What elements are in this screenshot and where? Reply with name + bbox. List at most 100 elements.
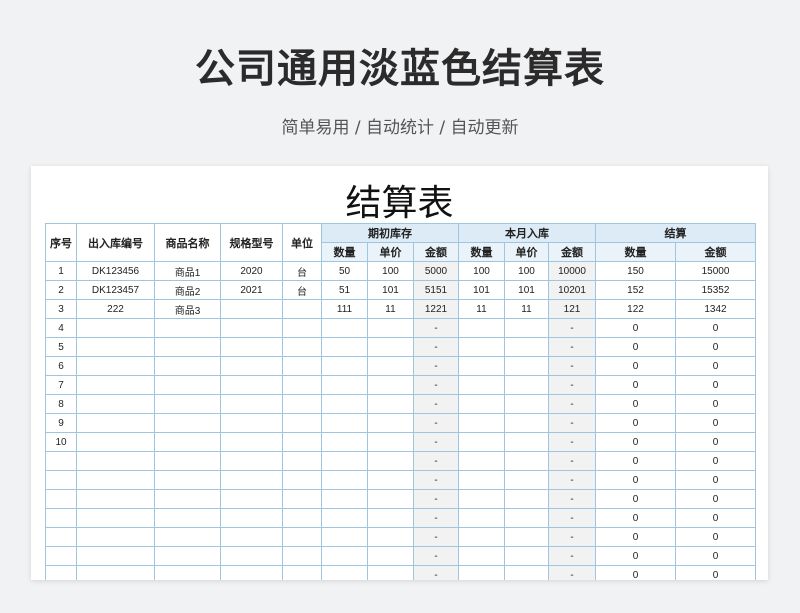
cell-o-amt[interactable]: 1221 xyxy=(413,299,459,319)
cell-s-qty[interactable]: 0 xyxy=(595,508,676,528)
cell-spec[interactable] xyxy=(220,451,283,471)
cell-i-price[interactable] xyxy=(504,413,549,433)
cell-o-amt[interactable]: 5000 xyxy=(413,261,459,281)
cell-s-qty[interactable]: 150 xyxy=(595,261,676,281)
cell-s-qty[interactable]: 0 xyxy=(595,451,676,471)
cell-o-amt[interactable]: - xyxy=(413,565,459,580)
cell-unit[interactable] xyxy=(282,451,322,471)
cell-i-amt[interactable]: - xyxy=(548,318,596,338)
cell-spec[interactable] xyxy=(220,470,283,490)
cell-s-qty[interactable]: 0 xyxy=(595,527,676,547)
cell-seq[interactable]: 3 xyxy=(45,299,77,319)
cell-o-qty[interactable]: 50 xyxy=(321,261,368,281)
cell-s-amt[interactable]: 0 xyxy=(675,451,756,471)
cell-i-amt[interactable]: - xyxy=(548,451,596,471)
cell-i-amt[interactable]: - xyxy=(548,432,596,452)
cell-s-amt[interactable]: 0 xyxy=(675,375,756,395)
cell-name[interactable] xyxy=(154,394,221,414)
cell-spec[interactable] xyxy=(220,299,283,319)
cell-name[interactable] xyxy=(154,527,221,547)
cell-s-amt[interactable]: 0 xyxy=(675,356,756,376)
cell-i-price[interactable] xyxy=(504,565,549,580)
cell-i-price[interactable] xyxy=(504,318,549,338)
cell-unit[interactable] xyxy=(282,318,322,338)
cell-seq[interactable] xyxy=(45,451,77,471)
cell-o-price[interactable] xyxy=(367,356,414,376)
cell-s-amt[interactable]: 0 xyxy=(675,508,756,528)
cell-spec[interactable] xyxy=(220,394,283,414)
cell-code[interactable] xyxy=(76,318,155,338)
cell-unit[interactable] xyxy=(282,470,322,490)
cell-i-price[interactable]: 101 xyxy=(504,280,549,300)
cell-o-price[interactable]: 101 xyxy=(367,280,414,300)
cell-i-price[interactable] xyxy=(504,432,549,452)
cell-spec[interactable] xyxy=(220,337,283,357)
cell-spec[interactable] xyxy=(220,565,283,580)
cell-o-qty[interactable] xyxy=(321,527,368,547)
cell-o-amt[interactable]: - xyxy=(413,527,459,547)
cell-i-price[interactable] xyxy=(504,527,549,547)
cell-s-qty[interactable]: 0 xyxy=(595,565,676,580)
cell-s-amt[interactable]: 15000 xyxy=(675,261,756,281)
cell-code[interactable]: DK123457 xyxy=(76,280,155,300)
cell-i-qty[interactable] xyxy=(458,546,505,566)
cell-o-qty[interactable] xyxy=(321,375,368,395)
cell-seq[interactable] xyxy=(45,565,77,580)
cell-spec[interactable]: 2020 xyxy=(220,261,283,281)
cell-seq[interactable]: 10 xyxy=(45,432,77,452)
cell-name[interactable] xyxy=(154,356,221,376)
cell-s-amt[interactable]: 0 xyxy=(675,413,756,433)
cell-i-qty[interactable] xyxy=(458,356,505,376)
cell-i-amt[interactable]: - xyxy=(548,356,596,376)
cell-o-price[interactable] xyxy=(367,565,414,580)
cell-o-amt[interactable]: - xyxy=(413,546,459,566)
cell-code[interactable] xyxy=(76,546,155,566)
cell-i-amt[interactable]: 121 xyxy=(548,299,596,319)
cell-seq[interactable]: 8 xyxy=(45,394,77,414)
cell-code[interactable] xyxy=(76,413,155,433)
cell-seq[interactable] xyxy=(45,546,77,566)
cell-s-qty[interactable]: 0 xyxy=(595,356,676,376)
cell-i-qty[interactable]: 11 xyxy=(458,299,505,319)
cell-o-qty[interactable]: 111 xyxy=(321,299,368,319)
cell-spec[interactable] xyxy=(220,318,283,338)
cell-o-amt[interactable]: - xyxy=(413,413,459,433)
cell-spec[interactable] xyxy=(220,413,283,433)
cell-seq[interactable]: 4 xyxy=(45,318,77,338)
cell-i-qty[interactable] xyxy=(458,470,505,490)
cell-i-amt[interactable]: - xyxy=(548,470,596,490)
cell-s-qty[interactable]: 0 xyxy=(595,546,676,566)
cell-i-qty[interactable] xyxy=(458,394,505,414)
cell-o-price[interactable] xyxy=(367,337,414,357)
cell-i-qty[interactable] xyxy=(458,565,505,580)
cell-name[interactable] xyxy=(154,565,221,580)
cell-o-qty[interactable] xyxy=(321,413,368,433)
cell-unit[interactable] xyxy=(282,489,322,509)
cell-unit[interactable] xyxy=(282,337,322,357)
cell-name[interactable] xyxy=(154,413,221,433)
cell-i-price[interactable] xyxy=(504,470,549,490)
cell-o-qty[interactable] xyxy=(321,394,368,414)
cell-o-amt[interactable]: - xyxy=(413,318,459,338)
cell-name[interactable] xyxy=(154,375,221,395)
cell-o-price[interactable] xyxy=(367,432,414,452)
cell-o-qty[interactable] xyxy=(321,432,368,452)
cell-i-qty[interactable] xyxy=(458,508,505,528)
cell-i-qty[interactable] xyxy=(458,451,505,471)
cell-unit[interactable] xyxy=(282,565,322,580)
cell-spec[interactable]: 2021 xyxy=(220,280,283,300)
cell-seq[interactable] xyxy=(45,470,77,490)
cell-unit[interactable]: 台 xyxy=(282,280,322,300)
cell-spec[interactable] xyxy=(220,508,283,528)
cell-unit[interactable] xyxy=(282,375,322,395)
cell-i-qty[interactable] xyxy=(458,489,505,509)
cell-o-qty[interactable] xyxy=(321,451,368,471)
cell-o-amt[interactable]: - xyxy=(413,394,459,414)
cell-i-price[interactable] xyxy=(504,489,549,509)
cell-i-qty[interactable]: 100 xyxy=(458,261,505,281)
cell-o-price[interactable] xyxy=(367,508,414,528)
cell-unit[interactable] xyxy=(282,413,322,433)
cell-s-amt[interactable]: 0 xyxy=(675,318,756,338)
cell-o-amt[interactable]: - xyxy=(413,375,459,395)
cell-o-price[interactable] xyxy=(367,318,414,338)
